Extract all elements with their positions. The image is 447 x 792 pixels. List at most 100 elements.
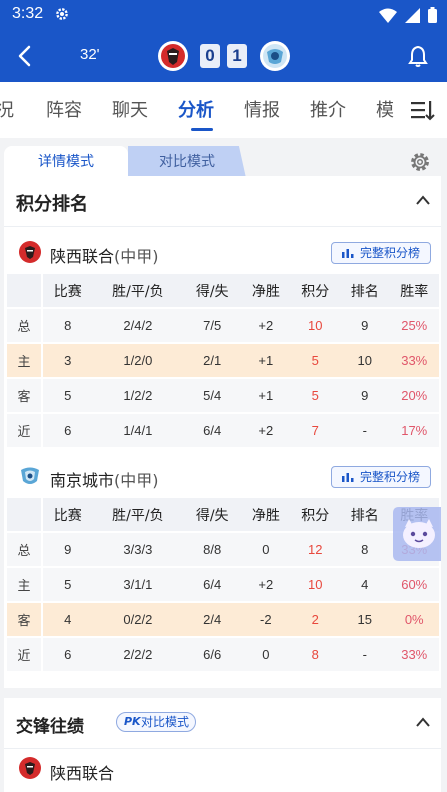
- col-header: 胜率: [389, 274, 439, 307]
- cell: +2: [241, 309, 291, 342]
- col-header: 得/失: [183, 498, 242, 531]
- tab-intel[interactable]: 情报: [244, 96, 280, 122]
- cell: +2: [241, 568, 291, 601]
- row-label: 主: [7, 568, 43, 601]
- tab-recommend[interactable]: 推介: [310, 96, 346, 122]
- full-standings-button[interactable]: 完整积分榜: [331, 242, 431, 264]
- status-time: 3:32: [12, 5, 44, 22]
- col-header: 排名: [340, 498, 390, 531]
- settings-status-icon: [56, 8, 68, 20]
- cell: 6/4: [183, 414, 242, 447]
- compare-mode-label: 对比模式: [141, 715, 190, 729]
- compare-mode-tab[interactable]: 对比模式: [128, 146, 246, 178]
- cell: 15: [340, 603, 390, 636]
- head-to-head-card: 交锋往绩 PK 对比模式 陕西联合: [4, 698, 441, 792]
- team-league: (中甲): [114, 471, 159, 490]
- tab-bar: 况 阵容 聊天 分析 情报 推介 模: [0, 82, 447, 138]
- chevron-up-icon[interactable]: [415, 716, 431, 728]
- tab-model[interactable]: 模: [376, 96, 394, 122]
- cell: 9: [43, 533, 93, 566]
- divider: [4, 226, 441, 227]
- tab-analysis[interactable]: 分析: [178, 96, 214, 122]
- match-header: 32' 0 1: [0, 30, 447, 82]
- battery-icon: [428, 7, 437, 23]
- standings-table-shaanxi: 比赛 胜/平/负 得/失 净胜 积分 排名 胜率 总 8 2/4/2 7/5 +…: [7, 272, 439, 449]
- tab-situation[interactable]: 况: [0, 96, 14, 122]
- win-rate-cell: 0%: [389, 603, 439, 636]
- win-rate-cell: 25%: [389, 309, 439, 342]
- col-header: 比赛: [43, 274, 93, 307]
- divider: [4, 748, 441, 749]
- team-header-shaanxi: 陕西联合(中甲) 完整积分榜: [18, 240, 438, 266]
- col-header: 胜/平/负: [92, 498, 184, 531]
- away-score: 1: [227, 44, 247, 68]
- bar-chart-icon: [342, 473, 354, 482]
- tab-lineup[interactable]: 阵容: [46, 96, 82, 122]
- back-icon[interactable]: [14, 44, 36, 68]
- win-rate-cell: 20%: [389, 379, 439, 412]
- col-header: 排名: [340, 274, 390, 307]
- settings-icon[interactable]: [409, 151, 431, 173]
- table-header: 比赛 胜/平/负 得/失 净胜 积分 排名 胜率: [7, 274, 439, 307]
- cell: 6/4: [183, 568, 242, 601]
- cell: 4: [43, 603, 93, 636]
- col-header: 净胜: [241, 274, 291, 307]
- cell: 4: [340, 568, 390, 601]
- points-cell: 7: [290, 414, 341, 447]
- cell: 0/2/2: [92, 603, 184, 636]
- wifi-icon: [379, 8, 397, 23]
- row-label: 客: [7, 379, 43, 412]
- full-standings-button[interactable]: 完整积分榜: [331, 466, 431, 488]
- col-header: [7, 274, 43, 307]
- win-rate-cell: 17%: [389, 414, 439, 447]
- cell: 3: [43, 344, 93, 377]
- cell: -: [340, 638, 390, 671]
- cell: 3/3/3: [92, 533, 184, 566]
- cell: 5/4: [183, 379, 242, 412]
- col-header: 净胜: [241, 498, 291, 531]
- cell: 1/2/0: [92, 344, 184, 377]
- team-name: 陕西联合: [50, 247, 115, 266]
- table-row: 客 5 1/2/2 5/4 +1 5 9 20%: [7, 379, 439, 412]
- cell: 0: [241, 638, 291, 671]
- cell: 10: [340, 344, 390, 377]
- points-cell: 10: [290, 568, 341, 601]
- win-rate-cell: 33%: [389, 638, 439, 671]
- table-row: 主 3 1/2/0 2/1 +1 5 10 33%: [7, 344, 439, 377]
- cell: -: [340, 414, 390, 447]
- cell: 8/8: [183, 533, 242, 566]
- cell: 3/1/1: [92, 568, 184, 601]
- chevron-up-icon[interactable]: [415, 194, 431, 206]
- points-cell: 10: [290, 309, 341, 342]
- win-rate-cell: 33%: [389, 344, 439, 377]
- cell: 8: [340, 533, 390, 566]
- points-cell: 5: [290, 344, 341, 377]
- cell: 2/2/2: [92, 638, 184, 671]
- cell: 5: [43, 379, 93, 412]
- cell: 7/5: [183, 309, 242, 342]
- cell: 8: [43, 309, 93, 342]
- tab-chat[interactable]: 聊天: [112, 96, 148, 122]
- table-row: 总 8 2/4/2 7/5 +2 10 9 25%: [7, 309, 439, 342]
- bell-icon[interactable]: [407, 44, 429, 68]
- mascot-float-button[interactable]: [393, 507, 441, 561]
- points-cell: 2: [290, 603, 341, 636]
- cell: 2/1: [183, 344, 242, 377]
- col-header: 积分: [290, 498, 341, 531]
- full-standings-label: 完整积分榜: [359, 470, 420, 484]
- col-header: 比赛: [43, 498, 93, 531]
- status-bar: 3:32: [0, 0, 447, 30]
- cell: +1: [241, 379, 291, 412]
- full-standings-label: 完整积分榜: [359, 246, 420, 260]
- row-label: 总: [7, 533, 43, 566]
- cell: 5: [43, 568, 93, 601]
- row-label: 客: [7, 603, 43, 636]
- shaanxi-logo-icon: [19, 241, 41, 263]
- detail-mode-tab[interactable]: 详情模式: [4, 146, 128, 178]
- away-team-logo[interactable]: [259, 40, 291, 72]
- compare-mode-button[interactable]: PK 对比模式: [116, 712, 196, 732]
- tab-menu-icon[interactable]: [409, 98, 435, 122]
- home-score: 0: [200, 44, 220, 68]
- home-team-logo[interactable]: [157, 40, 189, 72]
- table-row: 近 6 2/2/2 6/6 0 8 - 33%: [7, 638, 439, 671]
